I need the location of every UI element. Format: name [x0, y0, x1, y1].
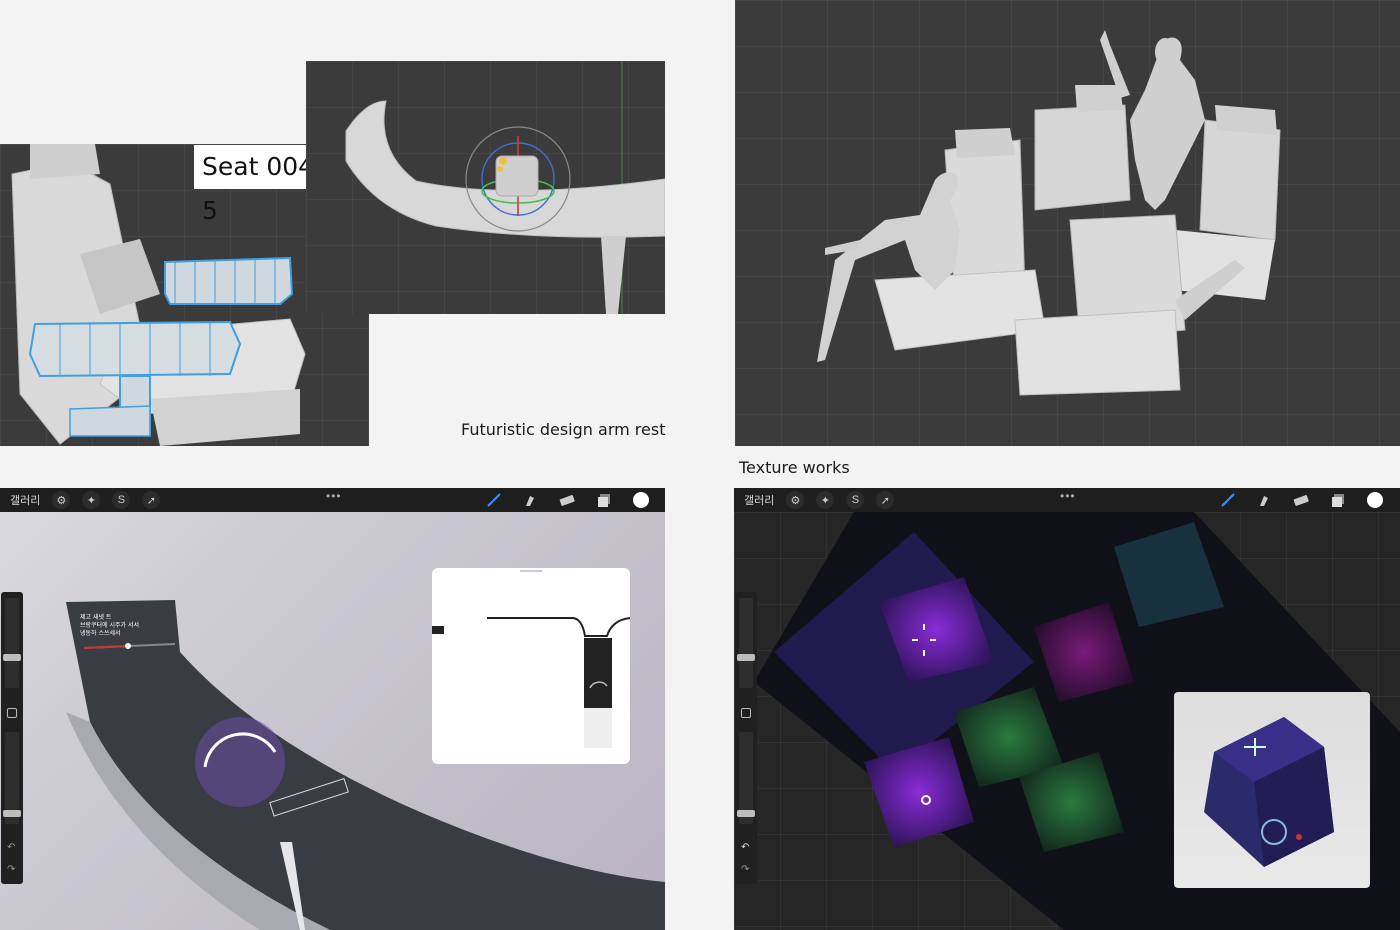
armrest-model-render [345, 61, 665, 314]
brush-icon[interactable] [486, 492, 502, 508]
brush-size-slider[interactable] [5, 598, 19, 688]
brush-size-handle[interactable] [737, 654, 755, 661]
magic-wand-icon[interactable]: ✦ [816, 491, 835, 509]
redo-icon[interactable]: ↷ [741, 864, 749, 875]
cube-reference-window[interactable] [1174, 692, 1370, 888]
selection-icon[interactable]: S [846, 491, 865, 509]
texture-caption: Texture works [739, 458, 850, 477]
layers-icon[interactable] [596, 492, 612, 508]
modify-button[interactable] [7, 708, 17, 718]
layers-icon[interactable] [1330, 492, 1346, 508]
brush-icon[interactable] [1220, 492, 1236, 508]
more-dots-icon[interactable]: ••• [326, 489, 342, 503]
eraser-icon[interactable] [1292, 492, 1310, 508]
brush-size-slider[interactable] [739, 598, 753, 688]
wrench-icon[interactable]: ⚙ [52, 491, 71, 509]
redo-icon[interactable]: ↷ [7, 864, 15, 875]
opacity-handle[interactable] [737, 810, 755, 817]
procreate-left-sidebar: ↶ ↷ [1, 592, 23, 884]
modify-button[interactable] [741, 708, 751, 718]
color-circle-icon[interactable] [1366, 491, 1384, 509]
gallery-button[interactable]: 갤러리 [10, 492, 40, 508]
selection-icon[interactable]: S [112, 491, 131, 509]
reference-window[interactable] [432, 568, 630, 764]
procreate-left-canvas[interactable]: 제고 새넷 트 브랑쿠터에 시주가 서서 냉동하 스쓰세서 ↶ ↷ [0, 512, 665, 930]
transform-arrow-icon[interactable]: ➚ [142, 491, 161, 509]
undo-icon[interactable]: ↶ [7, 842, 15, 853]
seats-with-figures-render [817, 30, 1281, 396]
armrest-viewport[interactable] [306, 61, 665, 314]
opacity-handle[interactable] [3, 810, 21, 817]
magic-wand-icon[interactable]: ✦ [82, 491, 101, 509]
armrest-caption: Futuristic design arm rest [461, 420, 666, 439]
armrest-screen-text: 제고 새넷 트 브랑쿠터에 시주가 서서 냉동하 스쓰세서 [80, 614, 140, 637]
reference-image [432, 617, 630, 748]
cube-reference-image [1204, 717, 1334, 867]
smudge-icon[interactable] [522, 492, 538, 508]
procreate-left-toolbar: 갤러리 ⚙ ✦ S ➚ ••• [0, 488, 665, 512]
procreate-right-window: 갤러리 ⚙ ✦ S ➚ ••• ↶ ↷ [734, 488, 1400, 930]
brush-size-handle[interactable] [3, 654, 21, 661]
gallery-button[interactable]: 갤러리 [744, 492, 774, 508]
wrench-icon[interactable]: ⚙ [786, 491, 805, 509]
procreate-right-canvas[interactable]: ↶ ↷ [734, 512, 1400, 930]
more-dots-icon[interactable]: ••• [1060, 489, 1076, 503]
smudge-icon[interactable] [1256, 492, 1272, 508]
color-circle-icon[interactable] [632, 491, 650, 509]
texture-viewport[interactable] [735, 0, 1400, 446]
procreate-right-toolbar: 갤러리 ⚙ ✦ S ➚ ••• [734, 488, 1400, 512]
transform-arrow-icon[interactable]: ➚ [876, 491, 895, 509]
undo-icon[interactable]: ↶ [741, 842, 749, 853]
procreate-left-window: 갤러리 ⚙ ✦ S ➚ ••• 제고 새넷 트 브랑쿠터에 시주가 서서 냉동하… [0, 488, 665, 930]
procreate-right-sidebar: ↶ ↷ [735, 592, 757, 884]
eraser-icon[interactable] [558, 492, 576, 508]
